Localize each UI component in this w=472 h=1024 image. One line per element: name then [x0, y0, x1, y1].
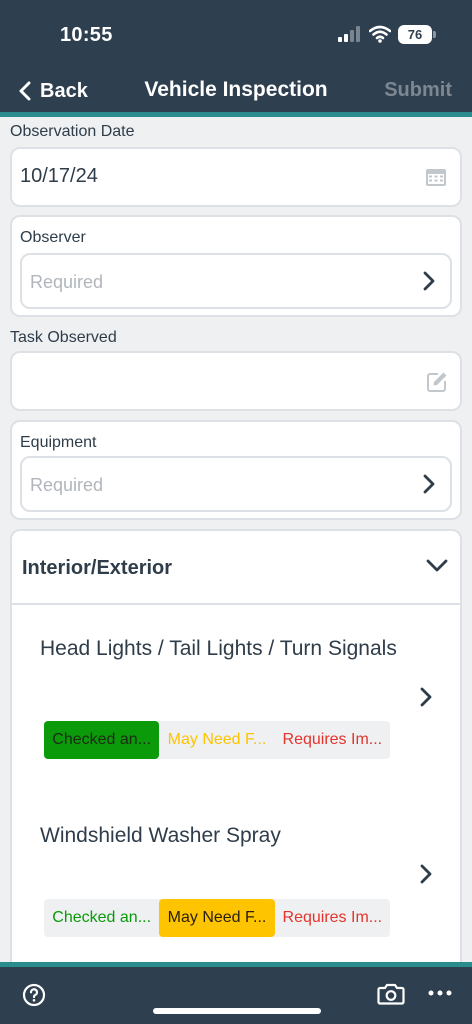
- status-time: 10:55: [60, 24, 113, 46]
- task-observed-label: Task Observed: [10, 329, 117, 346]
- chevron-down-icon[interactable]: [426, 559, 448, 573]
- observation-date-field[interactable]: 10/17/24: [10, 147, 462, 207]
- signal-icon: [338, 26, 360, 42]
- option-may-need[interactable]: May Need F...: [159, 721, 274, 759]
- task-observed-field[interactable]: [10, 351, 462, 411]
- bottom-toolbar: [0, 967, 472, 1024]
- item-title: Windshield Washer Spray: [40, 824, 281, 847]
- more-icon[interactable]: [428, 990, 452, 996]
- wifi-icon: [369, 25, 391, 43]
- back-button[interactable]: Back: [18, 78, 88, 104]
- observation-date-value: 10/17/24: [20, 165, 98, 187]
- chevron-right-icon: [423, 474, 435, 494]
- equipment-picker[interactable]: Required: [20, 456, 452, 512]
- rating-selector: Checked an... May Need F... Requires Im.…: [44, 721, 390, 759]
- option-requires[interactable]: Requires Im...: [275, 721, 390, 759]
- help-icon[interactable]: [22, 983, 46, 1007]
- item-title: Head Lights / Tail Lights / Turn Signals: [40, 637, 397, 660]
- chevron-right-icon[interactable]: [419, 687, 433, 707]
- inspection-item[interactable]: Head Lights / Tail Lights / Turn Signals…: [12, 605, 460, 791]
- section-title: Interior/Exterior: [22, 557, 173, 579]
- interior-exterior-section: Interior/Exterior Head Lights / Tail Lig…: [10, 529, 462, 962]
- observer-card: Observer Required: [10, 215, 462, 317]
- option-requires[interactable]: Requires Im...: [275, 899, 390, 937]
- rating-selector: Checked an... May Need F... Requires Im.…: [44, 899, 390, 937]
- calendar-icon[interactable]: [425, 167, 447, 187]
- equipment-placeholder: Required: [30, 475, 104, 495]
- battery-icon: 76: [398, 25, 436, 44]
- status-bar: 10:55 76: [0, 0, 472, 64]
- chevron-right-icon[interactable]: [419, 864, 433, 884]
- home-indicator: [153, 1008, 321, 1014]
- back-label: Back: [40, 79, 88, 102]
- observer-label: Observer: [20, 229, 86, 246]
- nav-bar: Vehicle Inspection Back Submit: [0, 64, 472, 112]
- option-may-need[interactable]: May Need F...: [159, 899, 275, 937]
- submit-button[interactable]: Submit: [384, 79, 452, 102]
- equipment-label: Equipment: [20, 434, 97, 451]
- chevron-left-icon: [19, 81, 31, 101]
- form-content[interactable]: Observation Date 10/17/24 Observer Requi…: [0, 117, 472, 962]
- option-checked[interactable]: Checked an...: [44, 899, 159, 937]
- section-header[interactable]: Interior/Exterior: [12, 531, 460, 605]
- battery-level: 76: [407, 27, 423, 42]
- equipment-card: Equipment Required: [10, 420, 462, 520]
- camera-icon[interactable]: [377, 982, 405, 1006]
- observer-picker[interactable]: Required: [20, 253, 452, 309]
- edit-icon[interactable]: [426, 371, 448, 393]
- chevron-right-icon: [423, 271, 435, 291]
- inspection-item[interactable]: Windshield Washer Spray Checked an... Ma…: [12, 791, 460, 962]
- observation-date-label: Observation Date: [10, 123, 135, 140]
- observer-placeholder: Required: [30, 272, 104, 292]
- option-checked[interactable]: Checked an...: [44, 721, 160, 759]
